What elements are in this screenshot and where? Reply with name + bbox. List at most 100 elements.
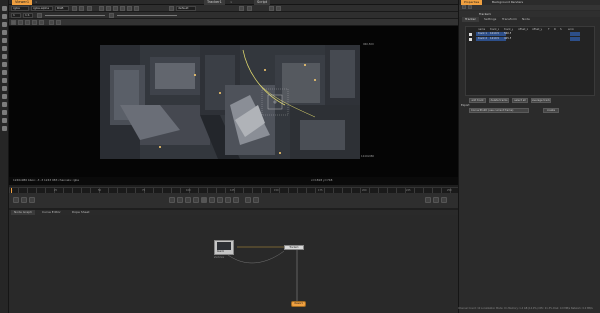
- in-point-icon[interactable]: [29, 197, 35, 203]
- time-tool-icon[interactable]: [2, 38, 7, 43]
- layer-select[interactable]: rgba: [11, 6, 29, 11]
- color-tool-icon[interactable]: [2, 54, 7, 59]
- track-step-forward-icon[interactable]: [32, 20, 37, 25]
- wipe-icon[interactable]: [87, 6, 92, 11]
- track-backward-icon[interactable]: [18, 20, 23, 25]
- play-forward-icon[interactable]: [209, 197, 215, 203]
- track-settings-icon[interactable]: [11, 20, 16, 25]
- paint-tool-icon[interactable]: [2, 22, 7, 27]
- keyer-tool-icon[interactable]: [2, 70, 7, 75]
- increment-icon[interactable]: [441, 197, 447, 203]
- track-step-back-icon[interactable]: [25, 20, 30, 25]
- track-forward-icon[interactable]: [39, 20, 44, 25]
- flipbook-icon[interactable]: [253, 197, 259, 203]
- clip-warning-icon[interactable]: [239, 6, 244, 11]
- format-corner-tr: 960,500: [363, 43, 374, 46]
- a-input-icon[interactable]: [72, 6, 77, 11]
- merge-tool-icon[interactable]: [2, 78, 7, 83]
- col-header[interactable]: T: [548, 28, 550, 32]
- step-back-icon[interactable]: [185, 197, 191, 203]
- fps-icon[interactable]: [13, 197, 19, 203]
- play-backward-icon[interactable]: [193, 197, 199, 203]
- lock-icon[interactable]: [120, 6, 125, 11]
- loop-icon[interactable]: [245, 197, 251, 203]
- first-frame-icon[interactable]: [169, 197, 175, 203]
- refresh-icon[interactable]: [134, 6, 139, 11]
- col-header[interactable]: offset_x: [518, 28, 528, 32]
- add-track-button[interactable]: add track: [469, 98, 486, 103]
- tracker-node[interactable]: Tracker1: [284, 245, 304, 250]
- proxy-scale-select[interactable]: 1:1: [23, 13, 33, 18]
- grid-icon[interactable]: [106, 6, 111, 11]
- proxy-icon[interactable]: [169, 6, 174, 11]
- filter-tool-icon[interactable]: [2, 62, 7, 67]
- tool-bar: [0, 0, 9, 313]
- gamma-icon[interactable]: [276, 6, 281, 11]
- col-header[interactable]: offset_y: [532, 28, 542, 32]
- clear-panel-icon[interactable]: [468, 5, 472, 9]
- read-node[interactable]: Read1: [214, 240, 234, 255]
- select-all-button[interactable]: select all: [512, 98, 528, 103]
- tab-transform[interactable]: Transform: [499, 17, 520, 22]
- aerial-image-drawing: [100, 45, 360, 159]
- channel-select[interactable]: rgba.alpha: [31, 6, 53, 11]
- error-cell: [570, 32, 580, 36]
- next-key-icon[interactable]: [225, 197, 231, 203]
- track-x[interactable]: 1010.5: [490, 32, 499, 36]
- other-tool-icon[interactable]: [2, 126, 7, 131]
- pin-icon[interactable]: [462, 5, 466, 9]
- viewer-control-bar: rgba rgba.alpha RGB default: [9, 5, 458, 12]
- gamma-slider[interactable]: [117, 15, 177, 16]
- last-frame-icon[interactable]: [233, 197, 239, 203]
- fstop-icon[interactable]: [37, 13, 42, 18]
- views-tool-icon[interactable]: [2, 94, 7, 99]
- pause-icon[interactable]: [127, 6, 132, 11]
- track-y[interactable]: 560.5: [504, 32, 511, 36]
- select-tool-icon[interactable]: [2, 6, 7, 11]
- overlay-icon[interactable]: [113, 6, 118, 11]
- prev-key-icon[interactable]: [177, 197, 183, 203]
- key-remove-icon[interactable]: [56, 20, 61, 25]
- track-x[interactable]: 1210.5: [490, 37, 499, 41]
- tracker-toolbar: [9, 19, 458, 26]
- viewer-node[interactable]: Viewer1: [291, 301, 306, 307]
- cursor-info: x=1818 y=748: [311, 178, 333, 182]
- col-header[interactable]: S: [560, 28, 562, 32]
- b-input-icon[interactable]: [79, 6, 84, 11]
- track-checkbox[interactable]: [469, 38, 472, 41]
- stop-icon[interactable]: [201, 197, 207, 203]
- track-y[interactable]: 425.5: [504, 37, 511, 41]
- track-checkbox[interactable]: [469, 33, 472, 36]
- zoom-select[interactable]: default: [176, 6, 196, 11]
- frame-input[interactable]: 1: [11, 13, 21, 18]
- roi-icon[interactable]: [99, 6, 104, 11]
- draw-tool-icon[interactable]: [2, 30, 7, 35]
- range-icon[interactable]: [433, 197, 439, 203]
- tab-tracker-props[interactable]: Tracker: [462, 17, 479, 22]
- key-add-icon[interactable]: [49, 20, 54, 25]
- transform-tool-icon[interactable]: [2, 14, 7, 19]
- out-point-icon[interactable]: [425, 197, 431, 203]
- toolsets-tool-icon[interactable]: [2, 118, 7, 123]
- create-button[interactable]: create: [543, 108, 559, 113]
- frame-mode-icon[interactable]: [21, 197, 27, 203]
- tab-settings[interactable]: Settings: [481, 17, 499, 22]
- node-graph[interactable]: Read1 shot.mov Tracker1 Viewer1: [9, 215, 458, 313]
- average-tracks-button[interactable]: average tracks: [531, 98, 551, 103]
- 3d-tool-icon[interactable]: [2, 86, 7, 91]
- particles-tool-icon[interactable]: [2, 110, 7, 115]
- gain-slider[interactable]: [45, 15, 105, 16]
- channel-tool-icon[interactable]: [2, 46, 7, 51]
- delete-tracks-button[interactable]: delete tracks: [489, 98, 509, 103]
- export-select[interactable]: CornerPin2D (use current frame): [469, 108, 529, 113]
- colorspace-select[interactable]: RGB: [55, 6, 69, 11]
- gamma-toggle-icon[interactable]: [109, 13, 114, 18]
- col-header[interactable]: R: [554, 28, 556, 32]
- tick-label: 150: [274, 189, 279, 192]
- metadata-tool-icon[interactable]: [2, 102, 7, 107]
- tab-node[interactable]: Node: [519, 17, 533, 22]
- step-forward-icon[interactable]: [217, 197, 223, 203]
- roi-toggle-icon[interactable]: [247, 6, 252, 11]
- tick-label: 75: [142, 189, 146, 192]
- gain-icon[interactable]: [269, 6, 274, 11]
